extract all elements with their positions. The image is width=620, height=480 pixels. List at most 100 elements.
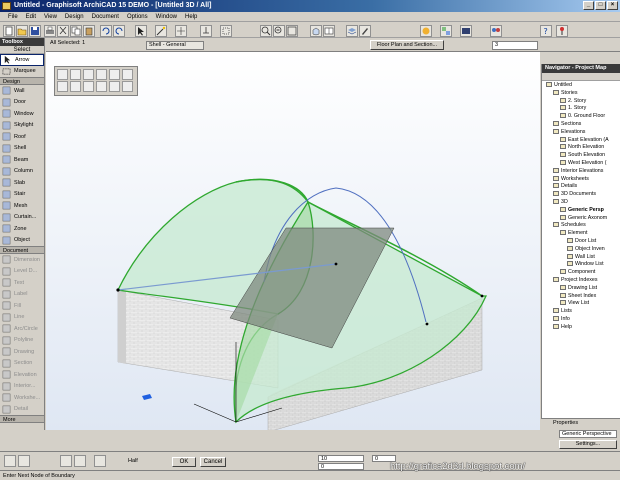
tool-arc-circle[interactable]: Arc/Circle: [0, 323, 44, 335]
pen-sets-icon[interactable]: [359, 25, 371, 37]
pin-icon[interactable]: [556, 25, 568, 37]
design-group-header[interactable]: Design: [0, 77, 44, 85]
move-icon[interactable]: [57, 69, 68, 80]
tool-section[interactable]: Section: [0, 358, 44, 370]
document-group-header[interactable]: Document: [0, 246, 44, 254]
tree-item-lists[interactable]: Lists: [542, 308, 620, 316]
tool-drawing[interactable]: Drawing: [0, 346, 44, 358]
menu-help[interactable]: Help: [181, 12, 201, 21]
node-point[interactable]: [480, 294, 484, 298]
3d-scene[interactable]: [46, 52, 540, 430]
tree-item-sections[interactable]: Sections: [542, 121, 620, 129]
tool-shell[interactable]: Shell: [0, 143, 44, 155]
tool-zone[interactable]: Zone: [0, 223, 44, 235]
tree-item-stories[interactable]: Stories: [542, 90, 620, 98]
tool-object[interactable]: Object: [0, 235, 44, 247]
display-options-icon[interactable]: [460, 25, 472, 37]
menu-design[interactable]: Design: [61, 12, 88, 21]
split-icon[interactable]: [122, 81, 133, 92]
tool-interior[interactable]: Interior...: [0, 381, 44, 393]
tree-item-west-elevation[interactable]: West Elevation (: [542, 160, 620, 168]
navigator-tabs[interactable]: [542, 73, 620, 81]
tree-item-drawing-list[interactable]: Drawing List: [542, 285, 620, 293]
add-node-icon[interactable]: [57, 81, 68, 92]
tree-item-schedules[interactable]: Schedules: [542, 222, 620, 230]
magnify-icon[interactable]: [94, 455, 106, 467]
close-button[interactable]: ×: [607, 1, 618, 10]
tree-item-door-list[interactable]: Door List: [542, 238, 620, 246]
dy-field[interactable]: 0: [318, 463, 364, 470]
tool-beam[interactable]: Beam: [0, 154, 44, 166]
tool-door[interactable]: Door: [0, 97, 44, 109]
elevate-icon[interactable]: [96, 69, 107, 80]
tree-item-3d-documents[interactable]: 3D Documents: [542, 191, 620, 199]
tool-dimension[interactable]: Dimension: [0, 254, 44, 266]
tree-item-component[interactable]: Component: [542, 269, 620, 277]
menu-edit[interactable]: Edit: [22, 12, 40, 21]
copy-icon[interactable]: [70, 25, 82, 37]
tool-skylight[interactable]: Skylight: [0, 120, 44, 132]
view-nav-icon[interactable]: [18, 455, 30, 467]
rotate-icon[interactable]: [70, 69, 81, 80]
node-point[interactable]: [334, 262, 338, 266]
push-pull-icon[interactable]: [83, 81, 94, 92]
menu-file[interactable]: File: [4, 12, 22, 21]
stretch-icon[interactable]: [109, 69, 120, 80]
open-folder-icon[interactable]: [16, 25, 28, 37]
tree-item-sheet-index[interactable]: Sheet Index: [542, 293, 620, 301]
tree-item-worksheets[interactable]: Worksheets: [542, 176, 620, 184]
tool-label[interactable]: Label: [0, 289, 44, 301]
print-icon[interactable]: [44, 25, 56, 37]
tool-slab[interactable]: Slab: [0, 177, 44, 189]
teamwork-icon[interactable]: [490, 25, 502, 37]
render-icon[interactable]: [420, 25, 432, 37]
minimize-button[interactable]: _: [583, 1, 594, 10]
tree-item-generic-axonom[interactable]: Generic Axonom: [542, 215, 620, 223]
3d-viewport[interactable]: [46, 52, 540, 430]
save-icon[interactable]: [29, 25, 41, 37]
fit-window-icon[interactable]: [286, 25, 298, 37]
tree-item-0-ground-floor[interactable]: 0. Ground Floor: [542, 113, 620, 121]
tool-line[interactable]: Line: [0, 312, 44, 324]
tool-wall[interactable]: Wall: [0, 85, 44, 97]
view-name-field[interactable]: Generic Perspective: [559, 430, 617, 438]
offset-icon[interactable]: [122, 69, 133, 80]
ok-button[interactable]: OK: [172, 457, 196, 467]
3d-window-icon[interactable]: [310, 25, 322, 37]
node-point[interactable]: [116, 288, 120, 292]
floor-plan-section-button[interactable]: Floor Plan and Section...: [370, 40, 444, 50]
tree-item-details[interactable]: Details: [542, 183, 620, 191]
tool-roof[interactable]: Roof: [0, 131, 44, 143]
menu-view[interactable]: View: [40, 12, 61, 21]
layers-icon[interactable]: [346, 25, 358, 37]
new-file-icon[interactable]: [3, 25, 15, 37]
tree-item-wall-list[interactable]: Wall List: [542, 254, 620, 262]
node-point[interactable]: [425, 322, 429, 326]
tree-item-east-elevation-a[interactable]: East Elevation (A: [542, 137, 620, 145]
tool-marquee[interactable]: Marquee: [0, 66, 44, 78]
floor-plan-icon[interactable]: [323, 25, 335, 37]
paste-icon[interactable]: [83, 25, 95, 37]
cut-icon[interactable]: [57, 25, 69, 37]
redo-icon[interactable]: [113, 25, 125, 37]
tool-curtain[interactable]: Curtain...: [0, 212, 44, 224]
tool-detail[interactable]: Detail: [0, 404, 44, 416]
remove-node-icon[interactable]: [70, 81, 81, 92]
tree-item-project-indexes[interactable]: Project Indexes: [542, 277, 620, 285]
gravity-icon[interactable]: [200, 25, 212, 37]
tree-item-elevations[interactable]: Elevations: [542, 129, 620, 137]
snap-point-icon[interactable]: [74, 455, 86, 467]
dx-field[interactable]: 10: [318, 455, 364, 462]
tool-mesh[interactable]: Mesh: [0, 200, 44, 212]
settings-button[interactable]: Settings...: [559, 440, 617, 449]
tree-item-help[interactable]: Help: [542, 324, 620, 332]
tree-item-1-story[interactable]: 1. Story: [542, 105, 620, 113]
menu-window[interactable]: Window: [152, 12, 181, 21]
tool-polyline[interactable]: Polyline: [0, 335, 44, 347]
tool-arrow[interactable]: Arrow: [0, 54, 44, 66]
shell-type-dropdown[interactable]: Shell - General: [146, 41, 204, 50]
tree-item-object-inven[interactable]: Object Inven: [542, 246, 620, 254]
tool-level-d[interactable]: Level D...: [0, 266, 44, 278]
curve-edge-icon[interactable]: [96, 81, 107, 92]
pointer-tool-icon[interactable]: [135, 25, 147, 37]
